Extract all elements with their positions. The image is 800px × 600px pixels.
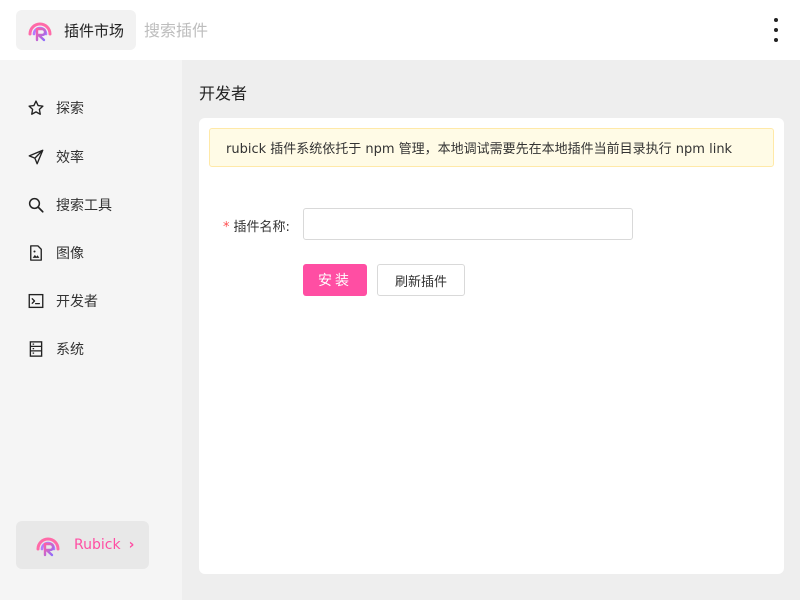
sidebar-item-explore[interactable]: 探索 [26, 96, 84, 120]
top-bar: 插件市场 [0, 0, 800, 60]
refresh-plugins-button[interactable]: 刷新插件 [377, 264, 465, 296]
search-input[interactable] [144, 16, 744, 44]
sidebar-item-label: 搜索工具 [56, 198, 112, 214]
plugin-name-label-text: 插件名称: [233, 220, 290, 235]
sidebar-item-search-tools[interactable]: 搜索工具 [26, 193, 112, 217]
install-button[interactable]: 安装 [303, 264, 367, 296]
sidebar: 探索 效率 搜索工具 图像 开发者 系统 Rubick › [0, 60, 182, 600]
sidebar-item-label: 图像 [56, 246, 84, 262]
npm-link-notice: rubick 插件系统依托于 npm 管理，本地调试需要先在本地插件当前目录执行… [209, 128, 774, 167]
more-vertical-icon[interactable] [770, 18, 782, 42]
required-mark: * [223, 220, 230, 235]
sidebar-item-label: 效率 [56, 150, 84, 166]
sidebar-item-efficiency[interactable]: 效率 [26, 145, 84, 169]
main-content: 开发者 rubick 插件系统依托于 npm 管理，本地调试需要先在本地插件当前… [182, 60, 800, 600]
developer-card: rubick 插件系统依托于 npm 管理，本地调试需要先在本地插件当前目录执行… [199, 118, 784, 574]
rubick-logo-icon [26, 16, 54, 44]
plugin-name-label: * 插件名称: [223, 216, 290, 235]
star-icon [26, 98, 46, 118]
server-icon [26, 339, 46, 359]
sidebar-item-label: 系统 [56, 342, 84, 358]
plugin-name-input[interactable] [303, 208, 633, 240]
page-title: 开发者 [199, 84, 248, 103]
plugin-market-label: 插件市场 [64, 21, 125, 40]
sidebar-item-label: 开发者 [56, 294, 98, 310]
image-file-icon [26, 243, 46, 263]
terminal-icon [26, 291, 46, 311]
chevron-right-icon: › [128, 537, 135, 553]
sidebar-item-system[interactable]: 系统 [26, 337, 84, 361]
rubick-footer-button[interactable]: Rubick › [16, 521, 149, 569]
send-icon [26, 147, 46, 167]
rubick-footer-label: Rubick [74, 537, 121, 553]
plugin-market-chip[interactable]: 插件市场 [16, 10, 136, 50]
sidebar-item-image[interactable]: 图像 [26, 241, 84, 265]
search-icon [26, 195, 46, 215]
sidebar-item-developer[interactable]: 开发者 [26, 289, 98, 313]
rubick-logo-icon [34, 531, 62, 559]
sidebar-item-label: 探索 [56, 101, 84, 117]
